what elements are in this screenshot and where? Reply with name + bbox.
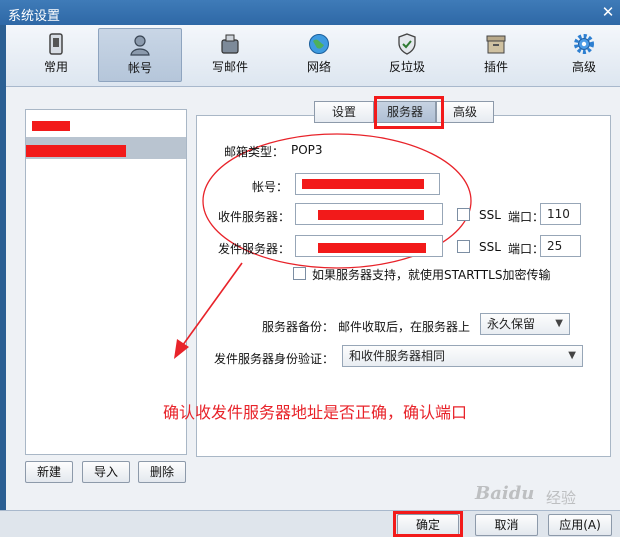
outgoing-port-label: 端口： [508, 242, 545, 256]
outgoing-ssl-label: SSL [479, 240, 501, 254]
redacted-account [26, 145, 126, 157]
window-title: 系统设置 [8, 9, 61, 24]
list-item[interactable] [26, 137, 186, 159]
user-icon [130, 35, 150, 56]
starttls-checkbox[interactable] [293, 267, 306, 280]
tab-settings[interactable]: 设置 [314, 101, 374, 123]
outgoing-server-input[interactable] [295, 235, 443, 257]
outgoing-server-label: 发件服务器： [218, 242, 291, 256]
mailbox-type-label: 邮箱类型： [224, 145, 285, 159]
tab-network[interactable]: 网络 [277, 28, 361, 82]
incoming-ssl-checkbox[interactable] [457, 208, 470, 221]
server-backup-label: 服务器备份： [262, 320, 335, 334]
incoming-port-input[interactable]: 110 [540, 203, 581, 225]
auth-select[interactable]: 和收件服务器相同 ▼ [342, 345, 583, 367]
server-backup-select[interactable]: 永久保留 ▼ [480, 313, 570, 335]
auth-value: 和收件服务器相同 [349, 349, 446, 363]
list-item[interactable] [26, 115, 186, 137]
redacted-incoming-server [318, 210, 424, 220]
incoming-server-label: 收件服务器： [218, 210, 291, 224]
title-bar: 系统设置 ✕ [0, 0, 620, 25]
outgoing-ssl-checkbox[interactable] [457, 240, 470, 253]
mailbox-type-value: POP3 [291, 143, 323, 157]
server-backup-value: 永久保留 [487, 317, 536, 331]
watermark-suffix: 经验 [546, 489, 577, 507]
tab-compose[interactable]: 写邮件 [188, 28, 272, 82]
account-input[interactable] [295, 173, 440, 195]
incoming-ssl-label: SSL [479, 208, 501, 222]
globe-icon [309, 34, 329, 54]
tab-antispam[interactable]: 反垃圾 [365, 28, 449, 82]
outgoing-port-input[interactable]: 25 [540, 235, 581, 257]
redacted-account-value [302, 179, 424, 189]
watermark-brand: Baidu [475, 483, 535, 504]
write-mail-icon [221, 34, 239, 54]
auth-label: 发件服务器身份验证： [214, 352, 335, 366]
cancel-button[interactable]: 取消 [475, 514, 538, 536]
chevron-down-icon: ▼ [568, 350, 576, 361]
phone-icon [49, 33, 63, 55]
ok-button-highlight [393, 511, 463, 537]
plugin-box-icon [486, 35, 506, 54]
import-account-button[interactable]: 导入 [82, 461, 130, 483]
redacted-outgoing-server [318, 243, 426, 253]
apply-button[interactable]: 应用(A) [548, 514, 612, 536]
new-account-button[interactable]: 新建 [25, 461, 73, 483]
account-label: 帐号： [252, 180, 289, 194]
close-button[interactable]: ✕ [598, 2, 618, 22]
tab-plugins[interactable]: 插件 [454, 28, 538, 82]
tab-general[interactable]: 常用 [14, 28, 98, 82]
settings-body: 新建 导入 删除 设置 服务器 高级 邮箱类型： POP3 帐号： 收件服务器：… [6, 87, 620, 510]
incoming-server-input[interactable] [295, 203, 443, 225]
shield-icon [398, 33, 416, 55]
delete-account-button[interactable]: 删除 [138, 461, 186, 483]
server-tab-highlight [374, 96, 444, 129]
chevron-down-icon: ▼ [555, 318, 563, 329]
server-backup-desc: 邮件收取后，在服务器上 [338, 320, 471, 334]
tab-account[interactable]: 帐号 [98, 28, 182, 82]
starttls-label: 如果服务器支持，就使用STARTTLS加密传输 [312, 268, 551, 282]
settings-toolbar: 常用 帐号 写邮件 网络 反垃圾 插件 高级 [6, 25, 620, 87]
tab-advanced-settings[interactable]: 高级 [542, 28, 620, 82]
annotation-text: 确认收发件服务器地址是否正确，确认端口 [163, 403, 468, 422]
incoming-port-label: 端口： [508, 210, 545, 224]
redacted-account [32, 121, 70, 131]
gear-icon [574, 34, 594, 54]
tab-advanced[interactable]: 高级 [436, 101, 494, 123]
